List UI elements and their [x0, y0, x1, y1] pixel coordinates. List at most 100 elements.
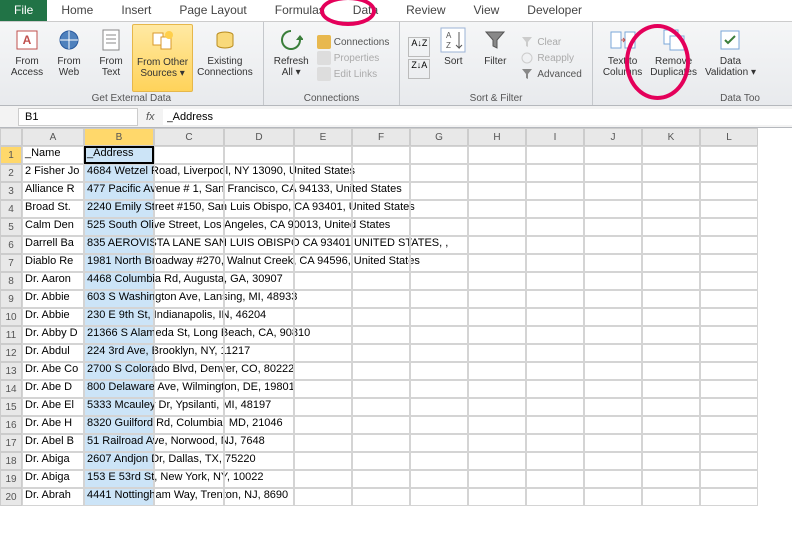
cell[interactable] — [352, 272, 410, 290]
cell[interactable]: 2240 Emily Street #150, San Luis Obispo,… — [84, 200, 154, 218]
cell[interactable] — [584, 272, 642, 290]
cell[interactable] — [224, 308, 294, 326]
cell[interactable] — [700, 182, 758, 200]
cell[interactable] — [154, 182, 224, 200]
cell[interactable] — [700, 434, 758, 452]
cell[interactable] — [526, 182, 584, 200]
cell[interactable] — [468, 290, 526, 308]
cell[interactable] — [700, 344, 758, 362]
cell[interactable] — [352, 488, 410, 506]
cell[interactable]: Dr. Abbie — [22, 308, 84, 326]
cell[interactable] — [642, 488, 700, 506]
cell[interactable] — [700, 326, 758, 344]
cell[interactable] — [224, 434, 294, 452]
cell[interactable] — [224, 146, 294, 164]
row-header[interactable]: 17 — [0, 434, 22, 452]
clear-button[interactable]: Clear — [518, 34, 583, 50]
cell[interactable] — [700, 362, 758, 380]
formula-input[interactable] — [163, 109, 792, 125]
cell[interactable] — [468, 344, 526, 362]
cell[interactable] — [642, 452, 700, 470]
sort-desc-button[interactable]: Z↓A — [408, 59, 430, 79]
cell[interactable] — [224, 236, 294, 254]
cell[interactable]: 800 Delaware Ave, Wilmington, DE, 19801 — [84, 380, 154, 398]
cell[interactable] — [526, 254, 584, 272]
cell[interactable]: 525 South Olive Street, Los Angeles, CA … — [84, 218, 154, 236]
cell[interactable]: _Name — [22, 146, 84, 164]
cell[interactable] — [154, 452, 224, 470]
refresh-all-button[interactable]: RefreshAll ▾ — [270, 24, 313, 92]
cell[interactable] — [700, 488, 758, 506]
cell[interactable] — [468, 380, 526, 398]
row-header[interactable]: 13 — [0, 362, 22, 380]
cell[interactable] — [526, 362, 584, 380]
cell[interactable] — [584, 488, 642, 506]
cell[interactable] — [154, 380, 224, 398]
row-header[interactable]: 14 — [0, 380, 22, 398]
cell[interactable]: Dr. Abe H — [22, 416, 84, 434]
cell[interactable] — [642, 182, 700, 200]
cell[interactable] — [584, 362, 642, 380]
cell[interactable] — [294, 326, 352, 344]
from-text-button[interactable]: FromText — [90, 24, 132, 92]
cell[interactable] — [526, 308, 584, 326]
row-header[interactable]: 1 — [0, 146, 22, 164]
cell[interactable] — [700, 452, 758, 470]
cell[interactable] — [154, 470, 224, 488]
cell[interactable] — [468, 362, 526, 380]
cell[interactable]: 5333 Mcauley Dr, Ypsilanti, MI, 48197 — [84, 398, 154, 416]
row-header[interactable]: 20 — [0, 488, 22, 506]
cell[interactable]: Dr. Aaron — [22, 272, 84, 290]
cell[interactable] — [526, 272, 584, 290]
cell[interactable] — [642, 290, 700, 308]
cell[interactable] — [468, 452, 526, 470]
cell[interactable]: 21366 S Alameda St, Long Beach, CA, 9081… — [84, 326, 154, 344]
cell[interactable] — [526, 416, 584, 434]
tab-formulas[interactable]: Formulas — [261, 0, 339, 21]
from-access-button[interactable]: AFromAccess — [6, 24, 48, 92]
cell[interactable] — [526, 380, 584, 398]
row-header[interactable]: 3 — [0, 182, 22, 200]
cell[interactable] — [294, 434, 352, 452]
sort-asc-button[interactable]: A↓Z — [408, 37, 430, 57]
col-header-H[interactable]: H — [468, 128, 526, 146]
cell[interactable] — [642, 326, 700, 344]
cell[interactable] — [224, 254, 294, 272]
cell[interactable] — [154, 416, 224, 434]
from-other-sources-button[interactable]: From OtherSources ▾ — [132, 24, 193, 92]
cell[interactable] — [410, 344, 468, 362]
cell[interactable] — [294, 416, 352, 434]
cell[interactable] — [352, 200, 410, 218]
row-header[interactable]: 4 — [0, 200, 22, 218]
cell[interactable] — [584, 182, 642, 200]
tab-home[interactable]: Home — [47, 0, 107, 21]
cell[interactable] — [294, 254, 352, 272]
col-header-D[interactable]: D — [224, 128, 294, 146]
cell[interactable] — [294, 344, 352, 362]
col-header-B[interactable]: B — [84, 128, 154, 146]
cell[interactable] — [352, 164, 410, 182]
cell[interactable]: 224 3rd Ave, Brooklyn, NY, 11217 — [84, 344, 154, 362]
cell[interactable] — [352, 434, 410, 452]
cell[interactable] — [154, 200, 224, 218]
reapply-button[interactable]: Reapply — [518, 50, 583, 66]
cell[interactable] — [526, 344, 584, 362]
cell[interactable] — [700, 218, 758, 236]
cell[interactable] — [294, 272, 352, 290]
col-header-L[interactable]: L — [700, 128, 758, 146]
row-header[interactable]: 8 — [0, 272, 22, 290]
cell[interactable]: Calm Den — [22, 218, 84, 236]
select-all-corner[interactable] — [0, 128, 22, 146]
cell[interactable] — [526, 290, 584, 308]
cell[interactable] — [410, 488, 468, 506]
cell[interactable] — [700, 290, 758, 308]
tab-review[interactable]: Review — [392, 0, 459, 21]
cell[interactable] — [584, 416, 642, 434]
row-header[interactable]: 5 — [0, 218, 22, 236]
cell[interactable]: 2607 Andjon Dr, Dallas, TX, 75220 — [84, 452, 154, 470]
cell[interactable] — [700, 272, 758, 290]
cell[interactable] — [224, 380, 294, 398]
cell[interactable] — [410, 254, 468, 272]
cell[interactable]: 8320 Guilford Rd, Columbia, MD, 21046 — [84, 416, 154, 434]
cell[interactable] — [410, 326, 468, 344]
